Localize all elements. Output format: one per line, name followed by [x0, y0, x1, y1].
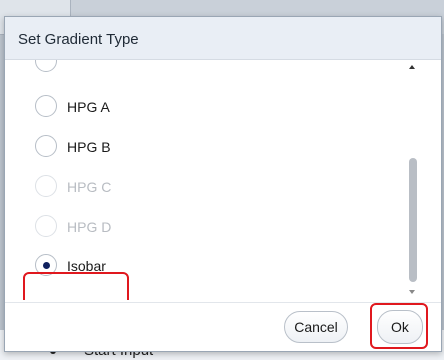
radio-button[interactable]	[35, 95, 57, 117]
dialog-header: Set Gradient Type	[5, 17, 441, 60]
option-hpg-b[interactable]: HPG B	[27, 132, 407, 162]
radio-button	[35, 175, 57, 197]
radio-button	[35, 215, 57, 237]
option-hpg-c: HPG C	[27, 172, 407, 202]
scroll-down-arrow-icon[interactable]	[409, 290, 415, 294]
isobar-highlight-box	[23, 272, 129, 300]
radio-button[interactable]	[35, 60, 57, 72]
scroll-thumb[interactable]	[409, 158, 417, 282]
option-label: HPG D	[67, 219, 112, 235]
option-label: HPG A	[67, 99, 110, 115]
radio-selected-dot	[43, 262, 50, 269]
dialog-title: Set Gradient Type	[18, 31, 139, 48]
option-hpg-a[interactable]: HPG A	[27, 92, 407, 122]
option-hpg-d: HPG D	[27, 212, 407, 242]
set-gradient-type-dialog: Set Gradient Type HPG A HPG B HPG C HPG …	[4, 16, 442, 352]
gradient-type-list: HPG A HPG B HPG C HPG D Isobar	[5, 60, 417, 300]
option-partial[interactable]	[27, 60, 407, 77]
radio-button[interactable]	[35, 135, 57, 157]
scroll-up-arrow-icon[interactable]	[409, 65, 415, 69]
ok-button[interactable]: Ok	[377, 310, 423, 344]
option-label: HPG C	[67, 179, 112, 195]
option-label: HPG B	[67, 139, 111, 155]
cancel-button[interactable]: Cancel	[284, 311, 348, 343]
list-scrollbar[interactable]	[405, 60, 421, 300]
